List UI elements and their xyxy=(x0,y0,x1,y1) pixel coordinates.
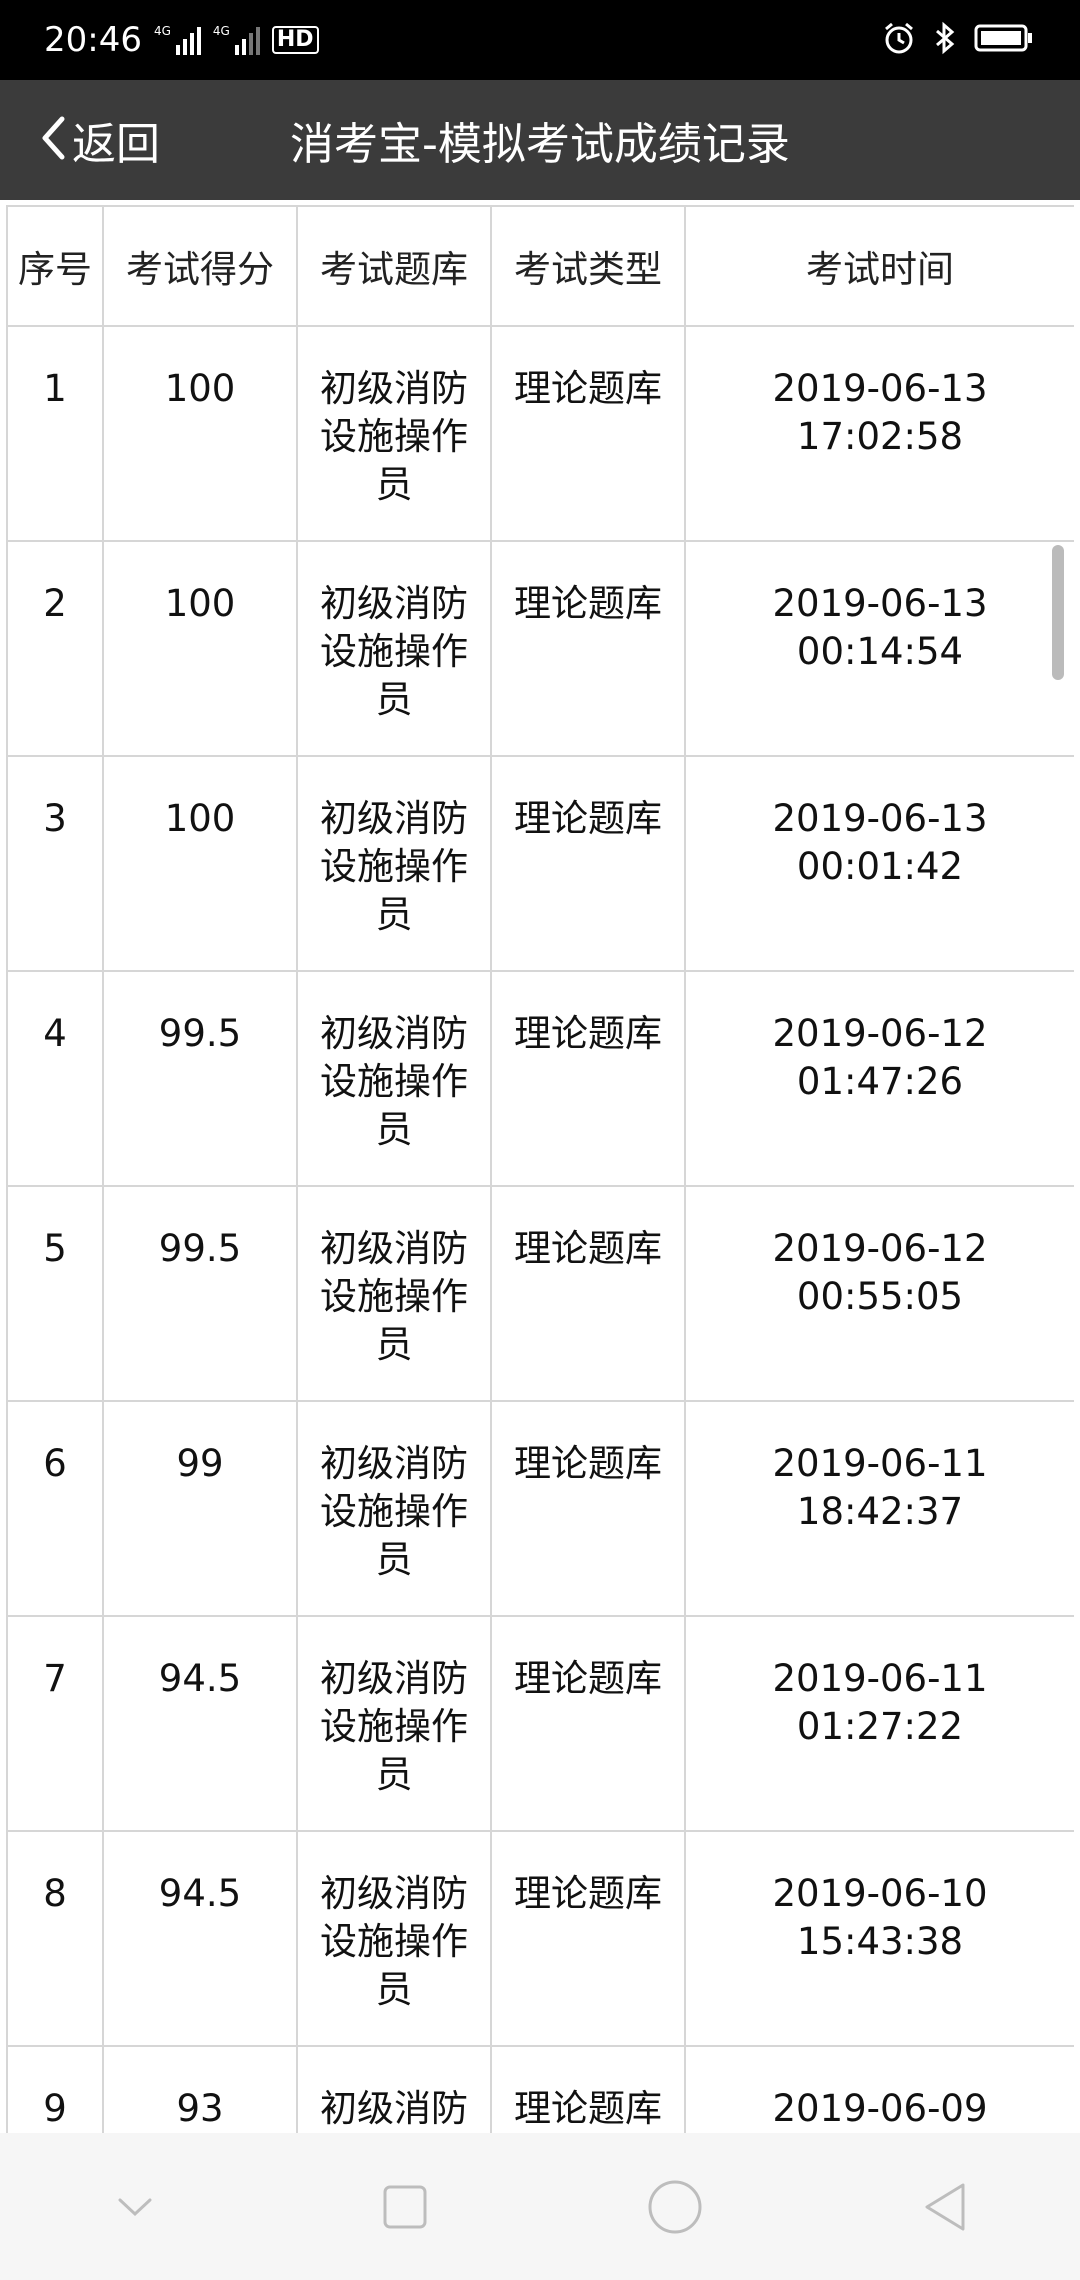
circle-icon[interactable] xyxy=(630,2162,720,2252)
table-row[interactable]: 6 99 初级消防设施操作员 理论题库 2019-06-11 18:42:37 xyxy=(6,1400,1074,1617)
table-row[interactable]: 8 94.5 初级消防设施操作员 理论题库 2019-06-10 15:43:38 xyxy=(6,1830,1074,2047)
cell-time-text: 17:02:58 xyxy=(796,415,964,458)
cell-date-text: 2019-06-10 xyxy=(772,1872,988,1915)
column-header-time: 考试时间 xyxy=(684,205,1074,327)
cell-no: 2 xyxy=(6,540,104,757)
cell-bank: 初级消防设施操作员 xyxy=(296,540,492,757)
column-header-score: 考试得分 xyxy=(102,205,298,327)
cell-score: 94.5 xyxy=(102,1830,298,2047)
status-bar: 20:46 4G 4G HD xyxy=(0,0,1080,80)
cell-no: 5 xyxy=(6,1185,104,1402)
cell-type: 理论题库 xyxy=(490,2045,686,2133)
status-time: 20:46 xyxy=(44,20,142,60)
cell-no: 4 xyxy=(6,970,104,1187)
hd-voice-icon: HD xyxy=(271,26,319,54)
cell-time-text: 01:27:22 xyxy=(796,1705,964,1748)
chevron-left-icon xyxy=(40,115,66,165)
column-header-bank: 考试题库 xyxy=(296,205,492,327)
cell-time: 2019-06-10 15:43:38 xyxy=(684,1830,1074,2047)
cell-time-text: 15:43:38 xyxy=(796,1920,964,1963)
cell-no: 9 xyxy=(6,2045,104,2133)
cell-no: 7 xyxy=(6,1615,104,1832)
cell-time: 2019-06-11 18:42:37 xyxy=(684,1400,1074,1617)
signal-icon: 4G xyxy=(154,25,201,55)
cell-time-text: 00:01:42 xyxy=(796,845,964,888)
cell-time: 2019-06-12 00:55:05 xyxy=(684,1185,1074,1402)
signal-icon-2: 4G xyxy=(213,25,260,55)
cell-date-text: 2019-06-12 xyxy=(772,1012,988,1055)
cell-no: 6 xyxy=(6,1400,104,1617)
column-header-no: 序号 xyxy=(6,205,104,327)
page-title: 消考宝-模拟考试成绩记录 xyxy=(290,119,790,170)
cell-score: 93 xyxy=(102,2045,298,2133)
triangle-back-icon[interactable] xyxy=(900,2162,990,2252)
cell-date-text: 2019-06-13 xyxy=(772,797,988,840)
cell-score: 100 xyxy=(102,325,298,542)
system-navigation-bar xyxy=(0,2133,1080,2280)
cell-bank: 初级消防设施操作员 xyxy=(296,1615,492,1832)
header-bar: 返回 消考宝-模拟考试成绩记录 xyxy=(0,80,1080,200)
bluetooth-icon xyxy=(934,21,956,59)
battery-icon xyxy=(974,23,1034,57)
cell-time-text: 00:55:05 xyxy=(796,1275,964,1318)
cell-bank: 初级消防设施操作员 xyxy=(296,1185,492,1402)
cell-type: 理论题库 xyxy=(490,540,686,757)
cell-bank: 初级消防设施操作员 xyxy=(296,325,492,542)
cell-score: 94.5 xyxy=(102,1615,298,1832)
score-table-container[interactable]: 序号 考试得分 考试题库 考试类型 考试时间 1 100 初级消防设施操作员 理… xyxy=(6,205,1074,2133)
cell-type: 理论题库 xyxy=(490,1400,686,1617)
cell-date-text: 2019-06-09 xyxy=(772,2087,988,2130)
scrollbar[interactable] xyxy=(1052,545,1064,680)
back-button[interactable]: 返回 xyxy=(40,80,160,200)
cell-bank: 初级消防设施操作员 xyxy=(296,2045,492,2133)
table-row[interactable]: 4 99.5 初级消防设施操作员 理论题库 2019-06-12 01:47:26 xyxy=(6,970,1074,1187)
cell-type: 理论题库 xyxy=(490,1615,686,1832)
cell-date-text: 2019-06-13 xyxy=(772,582,988,625)
cell-date-text: 2019-06-11 xyxy=(772,1657,988,1700)
table-row[interactable]: 1 100 初级消防设施操作员 理论题库 2019-06-13 17:02:58 xyxy=(6,325,1074,542)
table-row[interactable]: 3 100 初级消防设施操作员 理论题库 2019-06-13 00:01:42 xyxy=(6,755,1074,972)
cell-time: 2019-06-13 00:14:54 xyxy=(684,540,1074,757)
cell-type: 理论题库 xyxy=(490,1830,686,2047)
cell-time: 2019-06-12 01:47:26 xyxy=(684,970,1074,1187)
table-row[interactable]: 5 99.5 初级消防设施操作员 理论题库 2019-06-12 00:55:05 xyxy=(6,1185,1074,1402)
cell-time: 2019-06-13 17:02:58 xyxy=(684,325,1074,542)
cell-date-text: 2019-06-12 xyxy=(772,1227,988,1270)
cell-no: 8 xyxy=(6,1830,104,2047)
cell-score: 99.5 xyxy=(102,970,298,1187)
table-row[interactable]: 7 94.5 初级消防设施操作员 理论题库 2019-06-11 01:27:22 xyxy=(6,1615,1074,1832)
cell-bank: 初级消防设施操作员 xyxy=(296,755,492,972)
cell-bank: 初级消防设施操作员 xyxy=(296,1830,492,2047)
cell-date-text: 2019-06-13 xyxy=(772,367,988,410)
cell-time-text: 18:42:37 xyxy=(796,1490,964,1533)
cell-score: 100 xyxy=(102,540,298,757)
cell-score: 99 xyxy=(102,1400,298,1617)
alarm-icon xyxy=(882,21,916,59)
cell-no: 3 xyxy=(6,755,104,972)
square-icon[interactable] xyxy=(360,2162,450,2252)
cell-score: 99.5 xyxy=(102,1185,298,1402)
table-row[interactable]: 9 93 初级消防设施操作员 理论题库 2019-06-09 xyxy=(6,2045,1074,2133)
cell-type: 理论题库 xyxy=(490,970,686,1187)
cell-score: 100 xyxy=(102,755,298,972)
cell-type: 理论题库 xyxy=(490,325,686,542)
cell-bank: 初级消防设施操作员 xyxy=(296,1400,492,1617)
cell-type: 理论题库 xyxy=(490,1185,686,1402)
cell-time: 2019-06-13 00:01:42 xyxy=(684,755,1074,972)
column-header-type: 考试类型 xyxy=(490,205,686,327)
cell-time: 2019-06-09 xyxy=(684,2045,1074,2133)
cell-time-text: 01:47:26 xyxy=(796,1060,964,1103)
table-row[interactable]: 2 100 初级消防设施操作员 理论题库 2019-06-13 00:14:54 xyxy=(6,540,1074,757)
chevron-down-icon[interactable] xyxy=(90,2162,180,2252)
back-label: 返回 xyxy=(72,119,160,170)
cell-date-text: 2019-06-11 xyxy=(772,1442,988,1485)
score-table: 序号 考试得分 考试题库 考试类型 考试时间 1 100 初级消防设施操作员 理… xyxy=(6,205,1074,2133)
cell-bank: 初级消防设施操作员 xyxy=(296,970,492,1187)
cell-time: 2019-06-11 01:27:22 xyxy=(684,1615,1074,1832)
cell-time-text: 00:14:54 xyxy=(796,630,964,673)
cell-no: 1 xyxy=(6,325,104,542)
table-header-row: 序号 考试得分 考试题库 考试类型 考试时间 xyxy=(6,205,1074,327)
cell-type: 理论题库 xyxy=(490,755,686,972)
